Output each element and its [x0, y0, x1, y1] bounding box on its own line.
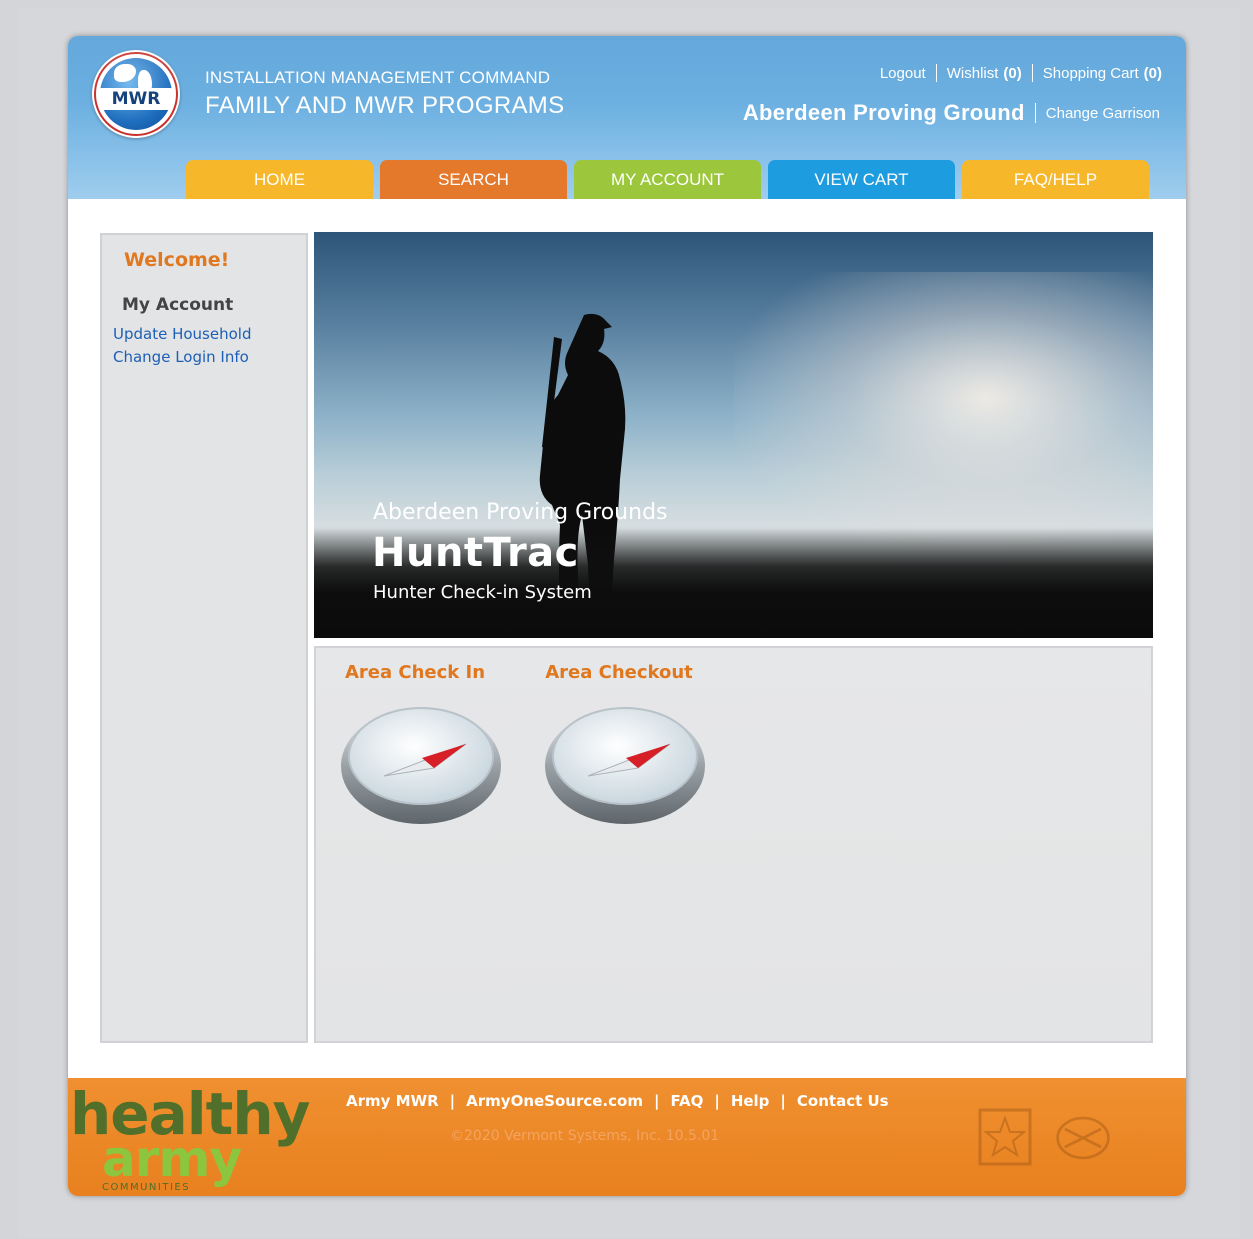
update-household-link[interactable]: Update Household	[113, 325, 251, 343]
cart-label: Shopping Cart	[1042, 64, 1139, 82]
sidebar: Welcome! My Account Update Household Cha…	[100, 233, 308, 1043]
divider	[935, 64, 937, 82]
garrison-name: Aberdeen Proving Ground	[742, 100, 1025, 125]
welcome-heading: Welcome!	[124, 249, 230, 271]
area-check-in-tile[interactable]: Area Check In	[330, 662, 501, 824]
globe-land-shape	[114, 64, 136, 82]
tab-view-cart[interactable]: VIEW CART	[768, 160, 955, 199]
wishlist-label: Wishlist	[946, 64, 999, 82]
logo-ring	[94, 52, 178, 136]
help-link[interactable]: Help	[731, 1092, 770, 1110]
tile-label: Area Check In	[344, 662, 486, 683]
wishlist-count: (0)	[1003, 64, 1022, 82]
site-footer: healthy army COMMUNITIES Army MWR | Army…	[68, 1078, 1186, 1196]
org-name-line1: INSTALLATION MANAGEMENT COMMAND	[205, 68, 551, 87]
divider: |	[714, 1092, 720, 1110]
mwr-logo[interactable]: MWR	[92, 50, 180, 138]
tab-search[interactable]: SEARCH	[380, 160, 567, 199]
tab-faq-help[interactable]: FAQ/HELP	[962, 160, 1149, 199]
footer-links: Army MWR | ArmyOneSource.com | FAQ | Hel…	[346, 1092, 889, 1110]
faq-link[interactable]: FAQ	[670, 1092, 703, 1110]
my-account-heading: My Account	[122, 295, 234, 315]
action-panel: Area Check In Area Checkout	[314, 646, 1153, 1043]
page-container: MWR INSTALLATION MANAGEMENT COMMAND FAMI…	[68, 36, 1186, 1196]
divider	[1034, 103, 1036, 123]
copyright-text: ©2020 Vermont Systems, Inc. 10.5.01	[450, 1128, 720, 1144]
main-nav: HOME SEARCH MY ACCOUNT VIEW CART FAQ/HEL…	[186, 160, 1149, 199]
divider: |	[780, 1092, 786, 1110]
contact-us-link[interactable]: Contact Us	[797, 1092, 889, 1110]
site-header: MWR INSTALLATION MANAGEMENT COMMAND FAMI…	[68, 36, 1186, 199]
hero-tagline: Hunter Check-in System	[373, 582, 592, 603]
divider: |	[653, 1092, 660, 1110]
change-login-info-link[interactable]: Change Login Info	[113, 348, 249, 366]
globe-land-shape	[138, 70, 152, 96]
area-checkout-tile[interactable]: Area Checkout	[534, 662, 705, 824]
account-links: Logout Wishlist (0) Shopping Cart (0)	[880, 64, 1162, 82]
compass-icon	[545, 707, 705, 824]
healthy-army-logo-line3: COMMUNITIES	[102, 1182, 191, 1193]
hero-title: HuntTrac	[372, 530, 579, 576]
compass-icon	[341, 707, 501, 824]
change-garrison-link[interactable]: Change Garrison	[1046, 105, 1160, 122]
hero-banner: Aberdeen Proving Grounds HuntTrac Hunter…	[314, 232, 1153, 638]
divider	[1031, 64, 1033, 82]
garrison-bar: Aberdeen Proving Ground Change Garrison	[743, 100, 1160, 126]
hero-subtitle: Aberdeen Proving Grounds	[373, 500, 668, 525]
seal-emblem-icon	[1056, 1116, 1110, 1160]
tab-home[interactable]: HOME	[186, 160, 373, 199]
shopping-cart-link[interactable]: Shopping Cart (0)	[1043, 65, 1162, 82]
tile-label: Area Checkout	[545, 662, 693, 683]
armyonesource-link[interactable]: ArmyOneSource.com	[466, 1092, 643, 1110]
divider: |	[449, 1092, 456, 1110]
org-name-line2: FAMILY AND MWR PROGRAMS	[205, 92, 565, 119]
healthy-army-logo-line2: army	[102, 1130, 242, 1188]
army-mwr-link[interactable]: Army MWR	[346, 1092, 439, 1110]
wishlist-link[interactable]: Wishlist (0)	[947, 65, 1022, 82]
army-star-emblem-icon	[978, 1108, 1032, 1166]
logout-link[interactable]: Logout	[880, 65, 926, 82]
sky-glow	[734, 272, 1153, 552]
tab-my-account[interactable]: MY ACCOUNT	[574, 160, 761, 199]
cart-count: (0)	[1143, 64, 1162, 82]
